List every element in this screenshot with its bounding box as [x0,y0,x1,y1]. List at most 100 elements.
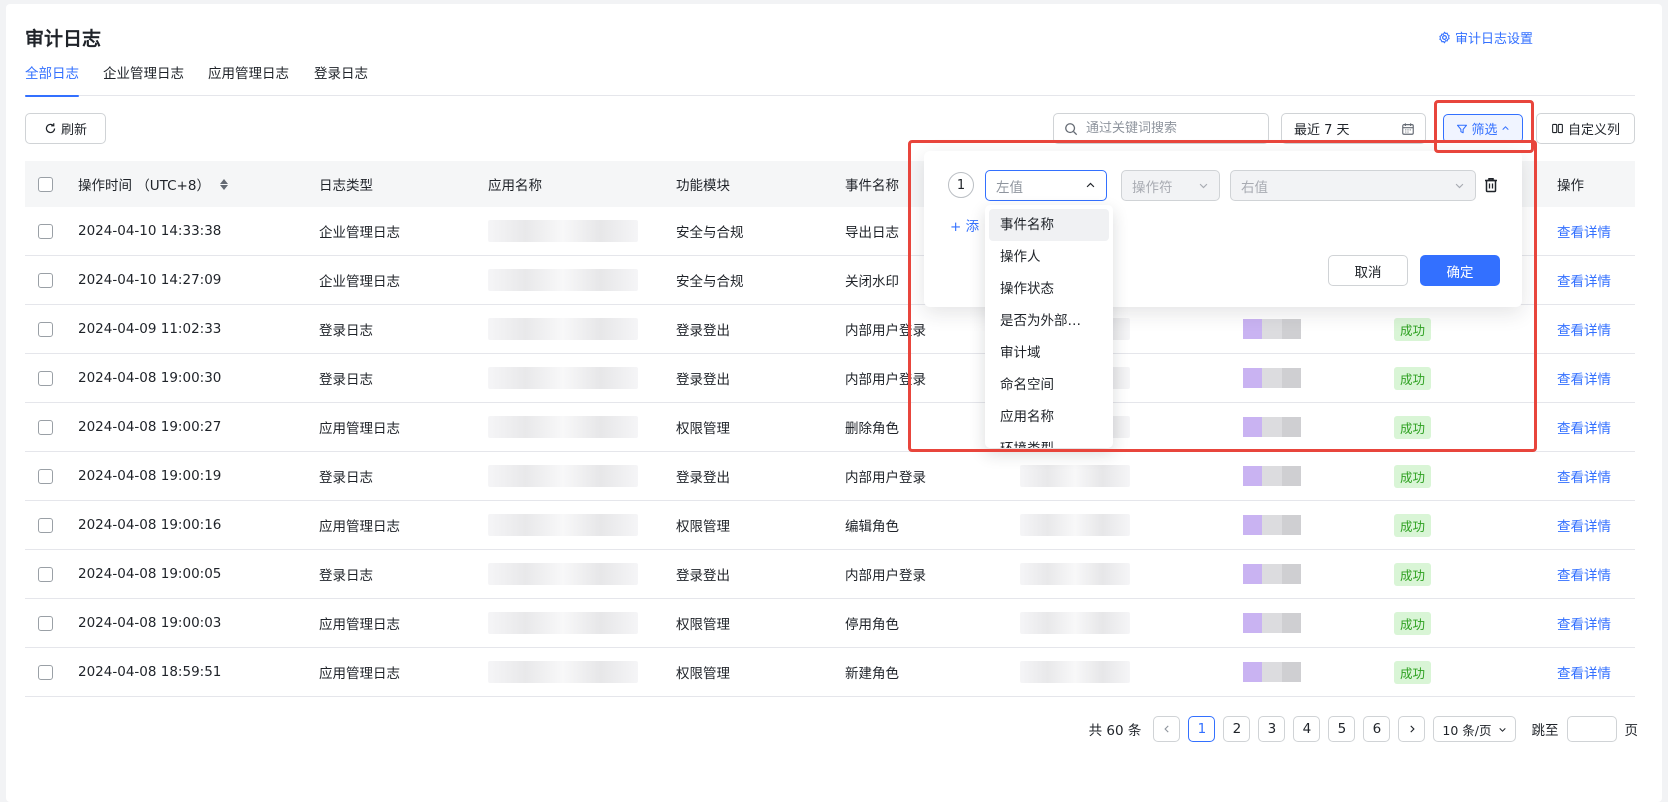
chevron-right-icon [1410,725,1415,733]
page-3-button[interactable]: 3 [1258,716,1286,742]
next-page-button[interactable] [1398,716,1426,742]
view-details-link[interactable]: 查看详情 [1557,501,1611,549]
cell-module: 安全与合规 [676,274,744,290]
custom-columns-label: 自定义列 [1567,123,1620,138]
jump-page-input[interactable] [1566,716,1617,742]
chevron-up-icon [1501,126,1509,130]
page-size-select[interactable]: 10 条/页 [1433,716,1516,742]
option-app-name[interactable]: 应用名称 [989,401,1109,433]
view-details-link[interactable]: 查看详情 [1557,599,1611,647]
search-box[interactable] [1053,113,1269,144]
option-env-type[interactable]: 环境类型 [989,433,1109,448]
column-header-event: 事件名称 [845,178,899,194]
refresh-button[interactable]: 刷新 [25,113,106,144]
view-details-link[interactable]: 查看详情 [1557,354,1611,402]
chevron-up-icon [1086,182,1095,188]
sort-icon[interactable] [219,178,228,190]
row-checkbox[interactable] [38,517,53,533]
cell-time: 2024-04-10 14:33:38 [78,223,222,239]
cell-time: 2024-04-08 19:00:16 [78,517,222,533]
date-range-value: 最近 7 天 [1294,123,1350,138]
view-details-link[interactable]: 查看详情 [1557,648,1611,696]
chevron-down-icon [1455,183,1464,189]
confirm-button[interactable]: 确定 [1420,255,1500,286]
view-details-link[interactable]: 查看详情 [1557,207,1611,255]
row-checkbox[interactable] [38,468,53,484]
table-row: 2024-04-08 19:00:27 应用管理日志 权限管理 删除角色 成功 查看详情 [25,403,1635,452]
left-value-dropdown: 事件名称 操作人 操作状态 是否为外部… 审计域 命名空间 应用名称 环境类型 [985,205,1113,448]
page-6-button[interactable]: 6 [1363,716,1391,742]
page-2-button[interactable]: 2 [1223,716,1251,742]
right-value-select[interactable]: 右值 [1230,170,1476,201]
tab-login-logs[interactable]: 登录日志 [314,64,368,96]
option-audit-domain[interactable]: 审计域 [989,337,1109,369]
refresh-icon [45,123,56,134]
row-checkbox[interactable] [38,615,53,631]
filter-button[interactable]: 筛选 [1443,114,1523,143]
view-details-link[interactable]: 查看详情 [1557,256,1611,304]
cell-log-type: 登录日志 [319,470,373,486]
row-checkbox[interactable] [38,370,53,386]
audit-settings-label: 审计日志设置 [1454,32,1533,47]
row-checkbox[interactable] [38,321,53,337]
column-header-time[interactable]: 操作时间 （UTC+8） [78,161,228,207]
tab-app-logs[interactable]: 应用管理日志 [208,64,289,96]
search-input[interactable] [1086,121,1256,136]
cell-time: 2024-04-10 14:27:09 [78,272,222,288]
cell-module: 权限管理 [676,421,730,437]
cancel-button[interactable]: 取消 [1328,255,1408,286]
select-all-checkbox[interactable] [38,176,53,192]
option-operator[interactable]: 操作人 [989,241,1109,273]
view-details-link[interactable]: 查看详情 [1557,305,1611,353]
cell-time: 2024-04-08 19:00:19 [78,468,222,484]
cell-avatar-redacted [1243,354,1301,402]
status-badge: 成功 [1394,366,1432,390]
table-row: 2024-04-09 11:02:33 登录日志 登录登出 内部用户登录 成功 查看详情 [25,305,1635,354]
cell-app-name-redacted [488,648,638,696]
view-details-link[interactable]: 查看详情 [1557,550,1611,598]
custom-columns-button[interactable]: 自定义列 [1536,113,1635,144]
delete-condition-icon[interactable] [1484,177,1498,193]
view-details-link[interactable]: 查看详情 [1557,403,1611,451]
cell-log-type: 登录日志 [319,372,373,388]
page-1-button[interactable]: 1 [1188,716,1216,742]
cell-avatar-redacted [1243,599,1301,647]
cell-module: 登录登出 [676,323,730,339]
row-checkbox[interactable] [38,566,53,582]
option-namespace[interactable]: 命名空间 [989,369,1109,401]
row-checkbox[interactable] [38,272,53,288]
chevron-down-icon [1199,183,1208,189]
view-details-link[interactable]: 查看详情 [1557,452,1611,500]
columns-icon [1552,123,1563,134]
cell-avatar-redacted [1243,452,1301,500]
cell-operator-redacted [1020,550,1130,598]
cell-time: 2024-04-08 18:59:51 [78,664,222,680]
status-badge: 成功 [1394,415,1432,439]
cell-time: 2024-04-08 19:00:05 [78,566,222,582]
status-badge: 成功 [1394,513,1432,537]
cell-operator-redacted [1020,599,1130,647]
tab-all-logs[interactable]: 全部日志 [25,64,79,97]
row-checkbox[interactable] [38,223,53,239]
option-is-external[interactable]: 是否为外部… [989,305,1109,337]
tab-enterprise-logs[interactable]: 企业管理日志 [103,64,184,96]
prev-page-button[interactable] [1153,716,1181,742]
column-header-time-label: 操作时间 （UTC+8） [78,178,210,194]
page-4-button[interactable]: 4 [1293,716,1321,742]
row-checkbox[interactable] [38,664,53,680]
cell-operator-redacted [1020,501,1130,549]
row-checkbox[interactable] [38,419,53,435]
cell-app-name-redacted [488,305,638,353]
cell-event: 新建角色 [845,666,899,682]
option-operation-status[interactable]: 操作状态 [989,273,1109,305]
cell-app-name-redacted [488,403,638,451]
add-condition-button[interactable]: + 添 [950,215,979,235]
option-event-name[interactable]: 事件名称 [989,209,1109,241]
date-range-picker[interactable]: 最近 7 天 [1281,113,1426,144]
condition-index: 1 [948,172,974,198]
left-value-select[interactable]: 左值 [985,170,1107,201]
page-5-button[interactable]: 5 [1328,716,1356,742]
cell-module: 权限管理 [676,617,730,633]
audit-settings-link[interactable]: 审计日志设置 [1438,28,1533,47]
operator-select[interactable]: 操作符 [1121,170,1220,201]
